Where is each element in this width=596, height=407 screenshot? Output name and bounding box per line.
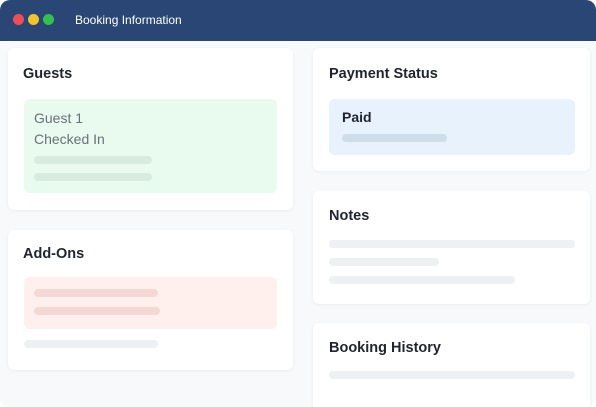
close-window-button[interactable]	[13, 14, 24, 25]
add-ons-placeholder-line	[24, 340, 158, 348]
notes-placeholder-line	[329, 240, 575, 248]
guest-placeholder-line	[34, 156, 152, 164]
notes-title: Notes	[329, 208, 370, 224]
guest-name: Guest 1	[34, 110, 84, 126]
add-on-entry[interactable]	[24, 277, 277, 329]
history-placeholder-line	[329, 371, 575, 379]
payment-status-card: Payment Status Paid	[313, 48, 590, 171]
add-ons-title: Add-Ons	[23, 246, 85, 262]
booking-history-card: Booking History	[313, 323, 590, 407]
payment-status-title: Payment Status	[329, 66, 438, 82]
payment-status-panel[interactable]: Paid	[329, 99, 575, 155]
booking-history-title: Booking History	[329, 340, 441, 356]
payment-status-value: Paid	[342, 109, 372, 125]
notes-card: Notes	[313, 191, 590, 304]
add-on-placeholder-line	[34, 289, 158, 297]
guests-title: Guests	[23, 66, 73, 82]
main-content: Guests Guest 1 Checked In Add-Ons Paymen…	[0, 41, 596, 407]
minimize-window-button[interactable]	[28, 14, 39, 25]
add-ons-card: Add-Ons	[8, 230, 293, 370]
guests-card: Guests Guest 1 Checked In	[8, 48, 293, 210]
payment-placeholder-line	[342, 134, 447, 142]
title-bar: Booking Information	[0, 0, 596, 41]
maximize-window-button[interactable]	[43, 14, 54, 25]
guest-entry[interactable]: Guest 1 Checked In	[24, 99, 277, 193]
guest-status: Checked In	[34, 131, 105, 147]
guest-placeholder-line	[34, 173, 152, 181]
notes-placeholder-line	[329, 276, 515, 284]
notes-placeholder-line	[329, 258, 439, 266]
window-title: Booking Information	[75, 13, 182, 27]
add-on-placeholder-line	[34, 307, 160, 315]
booking-window: Booking Information Guests Guest 1 Check…	[0, 0, 596, 407]
